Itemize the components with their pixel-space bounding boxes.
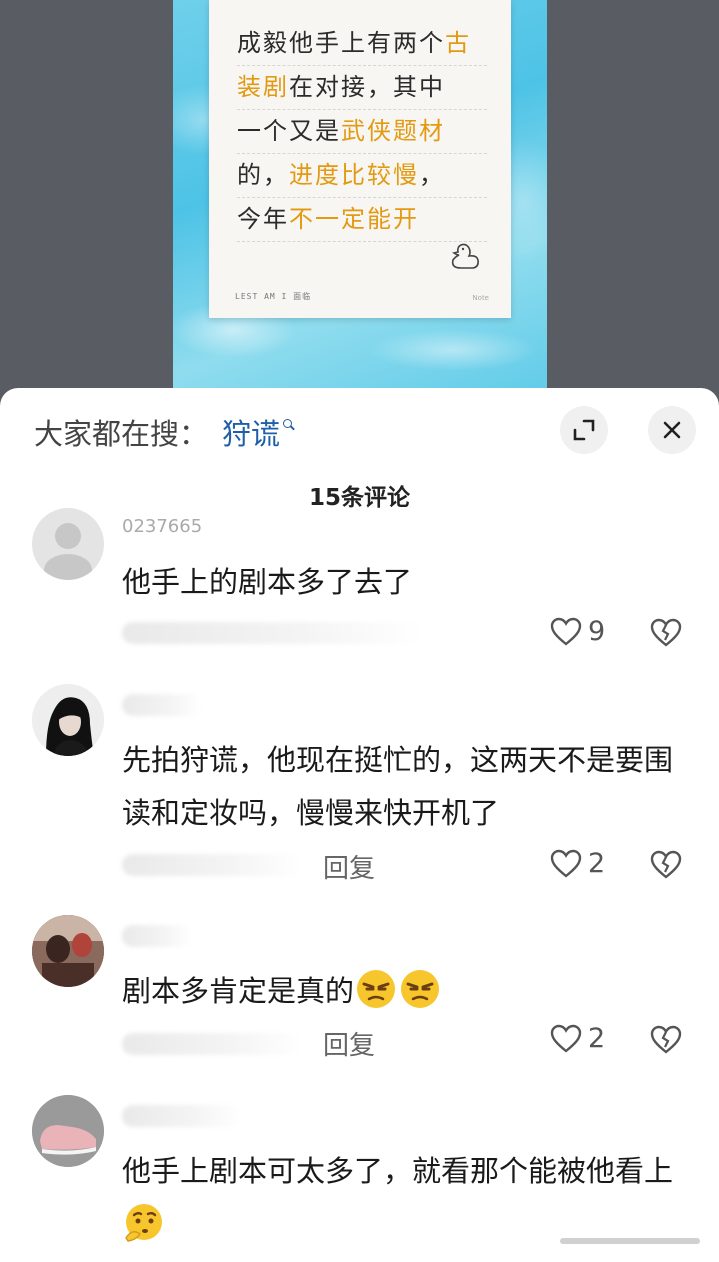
comment-text: 他手上剧本可太多了，就看那个能被他看上: [122, 1154, 674, 1188]
like-count: 9: [588, 616, 606, 647]
like-button[interactable]: 2: [550, 1023, 605, 1054]
like-count: 2: [588, 1023, 606, 1054]
broken-heart-icon[interactable]: [650, 1025, 682, 1055]
comments-sheet: 大家都在搜： 狩谎 15条评论 0237665 他手上的剧本多了去了 9 先拍狩…: [0, 388, 719, 1262]
note-plain-text: 一个又是: [237, 117, 341, 145]
note-plain-text: 今年: [237, 205, 289, 233]
close-icon: [663, 421, 681, 439]
note-line: 今年不一定能开: [237, 198, 487, 242]
expand-icon: [573, 419, 595, 441]
username[interactable]: 0237665: [122, 516, 202, 537]
note-text: 成毅他手上有两个古 装剧在对接，其中 一个又是武侠题材 的，进度比较慢， 今年不一定能开: [237, 22, 487, 242]
like-button[interactable]: 9: [550, 616, 605, 647]
username-blurred: [122, 1105, 242, 1127]
broken-heart-icon[interactable]: [650, 618, 682, 648]
comment-text: 剧本多肯定是真的: [122, 974, 355, 1008]
duck-icon: [451, 243, 479, 269]
avatar[interactable]: [32, 684, 104, 756]
note-footer-right: Note: [472, 294, 489, 302]
reply-button[interactable]: 回复: [323, 1025, 375, 1062]
comment-line: 他手上剧本可太多了，就看那个能被他看上: [122, 1145, 682, 1251]
comment-meta-blurred: [122, 622, 422, 644]
comment-line: 剧本多肯定是真的: [122, 965, 682, 1018]
note-highlight-text: 进度比较慢: [289, 161, 419, 189]
note-highlight-text: 武侠题材: [341, 117, 445, 145]
search-term-link[interactable]: 狩谎: [222, 411, 280, 453]
reply-button[interactable]: 回复: [323, 848, 375, 885]
frown-emoji-icon: [354, 969, 398, 1009]
note-highlight-text: 不一定能开: [289, 205, 419, 233]
search-suggestion[interactable]: 大家都在搜： 狩谎: [34, 410, 296, 454]
comment-count: 15条评论: [308, 485, 410, 511]
note-plain-text: ，: [419, 161, 445, 189]
broken-heart-icon[interactable]: [650, 850, 682, 880]
post-image[interactable]: 成毅他手上有两个古 装剧在对接，其中 一个又是武侠题材 的，进度比较慢， 今年不一定能开…: [173, 0, 547, 400]
note-line: 的，进度比较慢，: [237, 154, 487, 198]
thinking-emoji-icon: [122, 1202, 166, 1242]
username-blurred: [122, 925, 192, 947]
comment-meta-blurred: [122, 1033, 302, 1055]
avatar[interactable]: [32, 1095, 104, 1167]
like-button[interactable]: 2: [550, 848, 605, 879]
comment-text: 先拍狩谎，他现在挺忙的，这两天不是要围读和定妆吗，慢慢来快开机了: [122, 743, 674, 830]
avatar[interactable]: [32, 508, 104, 580]
note-highlight-text: 古: [445, 29, 471, 57]
comment-text: 他手上的剧本多了去了: [122, 565, 413, 599]
note-plain-text: 在对接，其中: [289, 73, 445, 101]
note-line: 一个又是武侠题材: [237, 110, 487, 154]
note-line: 成毅他手上有两个古: [237, 22, 487, 66]
frown-emoji-icon: [398, 969, 442, 1009]
home-indicator: [560, 1238, 700, 1244]
username-blurred: [122, 694, 202, 716]
note-plain-text: 成毅他手上有两个: [237, 29, 445, 57]
heart-icon: [550, 1024, 582, 1053]
note-highlight-text: 装剧: [237, 73, 289, 101]
avatar[interactable]: [32, 915, 104, 987]
note-plain-text: 的，: [237, 161, 289, 189]
search-label: 大家都在搜：: [34, 417, 209, 451]
expand-button[interactable]: [560, 406, 608, 454]
comment-meta-blurred: [122, 854, 302, 876]
heart-icon: [550, 849, 582, 878]
note-card: 成毅他手上有两个古 装剧在对接，其中 一个又是武侠题材 的，进度比较慢， 今年不一定能开…: [209, 0, 511, 318]
heart-icon: [550, 617, 582, 646]
note-line: 装剧在对接，其中: [237, 66, 487, 110]
like-count: 2: [588, 848, 606, 879]
note-footer: LEST AM I 面临: [235, 292, 312, 301]
close-button[interactable]: [648, 406, 696, 454]
search-icon: [282, 418, 296, 432]
